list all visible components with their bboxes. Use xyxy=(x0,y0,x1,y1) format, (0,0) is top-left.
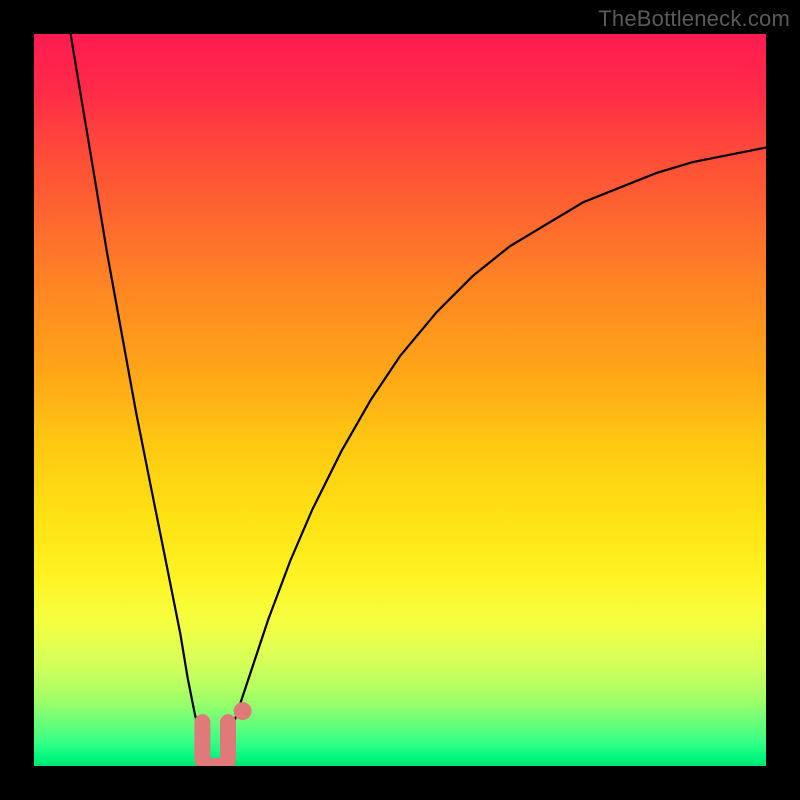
chart-plot-area xyxy=(34,34,766,766)
left-curve xyxy=(71,34,217,766)
highlight-dot-marker xyxy=(234,702,252,720)
right-curve xyxy=(217,148,766,767)
watermark-text: TheBottleneck.com xyxy=(598,6,790,32)
highlight-u-marker xyxy=(202,722,228,766)
chart-svg xyxy=(34,34,766,766)
